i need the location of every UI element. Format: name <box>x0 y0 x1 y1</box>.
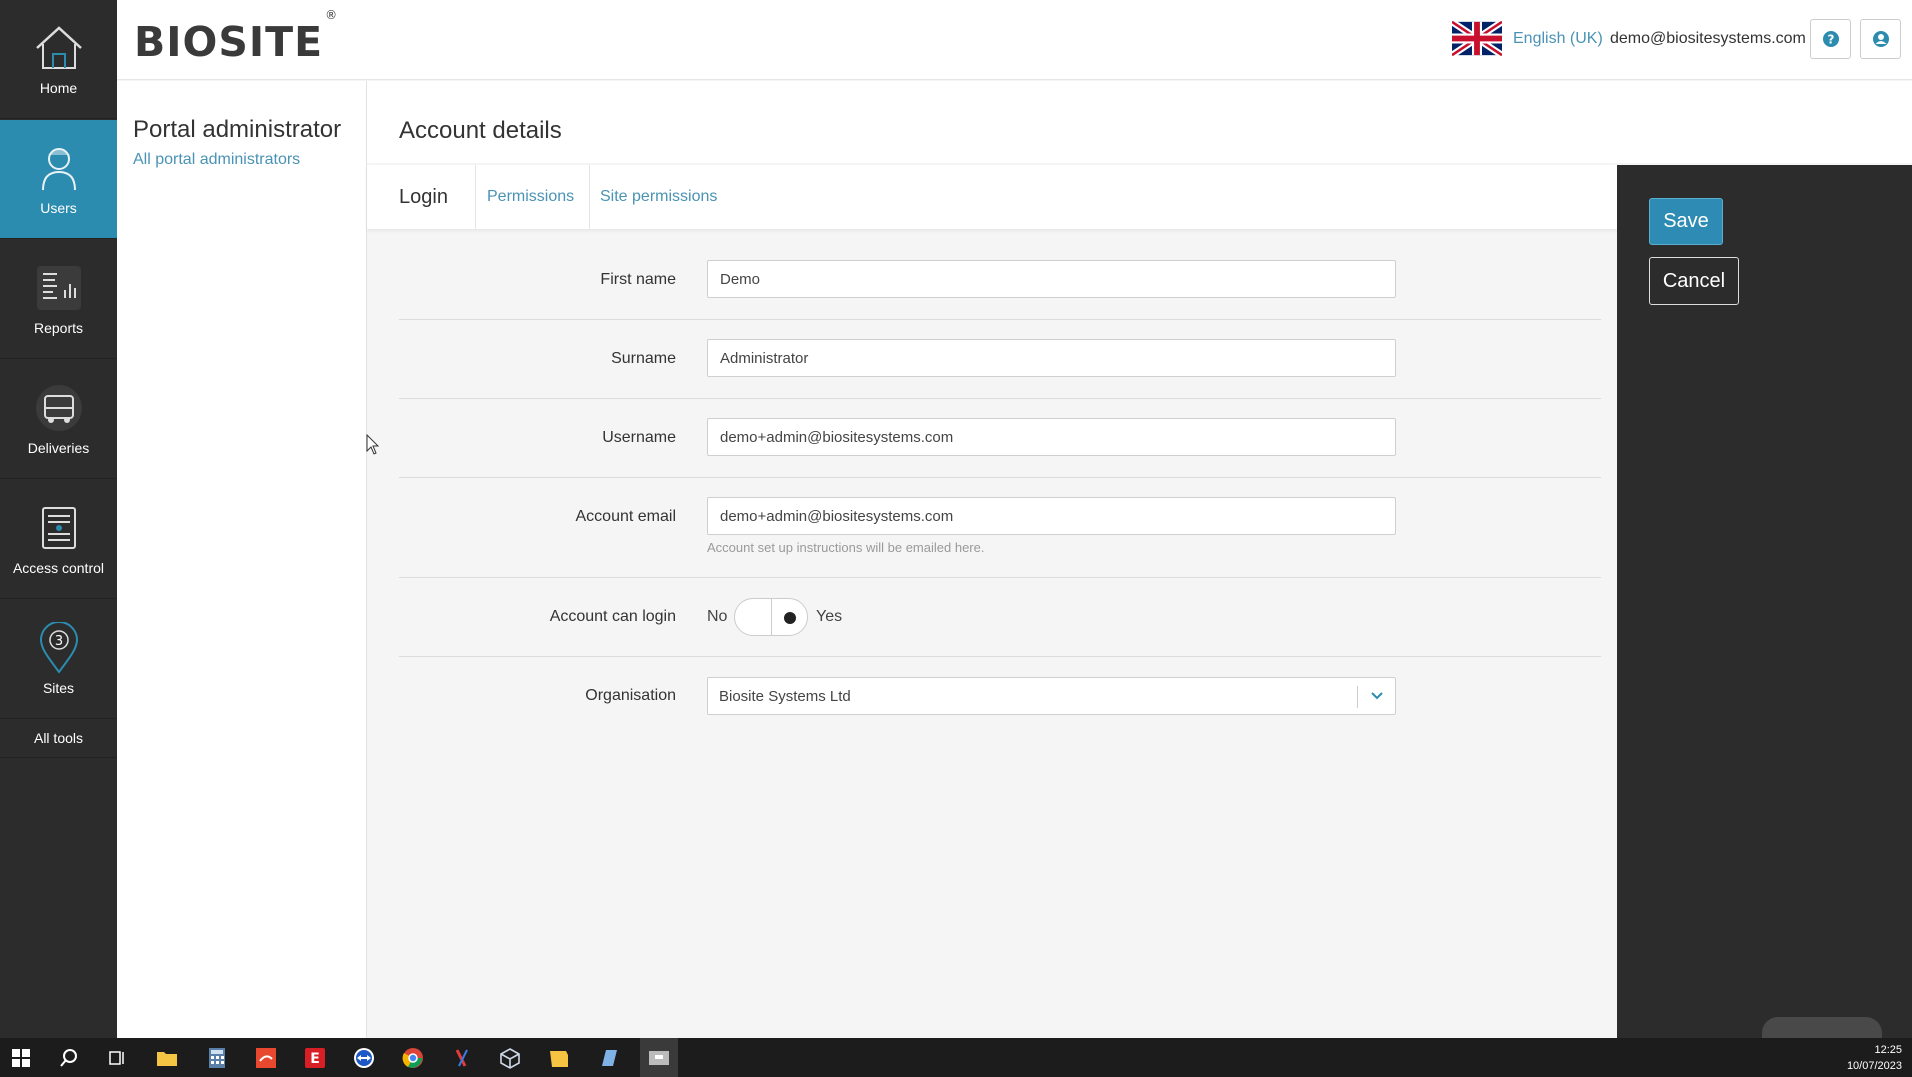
logo-text: BIOSITE <box>134 18 324 66</box>
users-icon <box>33 142 85 194</box>
organisation-select[interactable]: Biosite Systems Ltd <box>707 677 1396 715</box>
nav-label-deliveries: Deliveries <box>27 440 90 456</box>
surname-label: Surname <box>611 350 676 367</box>
clock-date: 10/07/2023 <box>1846 1060 1902 1072</box>
user-email: demo@biositesystems.com <box>1610 30 1806 47</box>
can-login-label: Account can login <box>549 608 676 625</box>
os-taskbar: E 12:25 10/07/2023 <box>0 1038 1912 1077</box>
app-blue-icon[interactable] <box>596 1045 622 1071</box>
windows-start-icon[interactable] <box>8 1045 34 1071</box>
search-icon[interactable] <box>56 1045 82 1071</box>
access-control-icon <box>33 502 85 554</box>
chevron-down-icon[interactable] <box>1369 688 1385 704</box>
can-login-toggle[interactable] <box>734 598 808 636</box>
clock[interactable]: 12:25 10/07/2023 <box>1847 1042 1902 1074</box>
nav-label-users: Users <box>40 200 77 216</box>
surname-input[interactable]: Administrator <box>707 339 1396 377</box>
context-panel: Portal administrator All portal administ… <box>117 81 367 1038</box>
chrome-icon[interactable] <box>400 1045 426 1071</box>
cancel-button[interactable]: Cancel <box>1649 257 1739 305</box>
tab-login[interactable]: Login <box>399 165 448 229</box>
form-row-organisation: Organisation Biosite Systems Ltd <box>399 657 1601 737</box>
top-header: BIOSITE® English (UK) demo@biositesystem… <box>117 0 1912 80</box>
sticky-notes-icon[interactable] <box>546 1045 572 1071</box>
toggle-yes-label: Yes <box>816 608 843 625</box>
tab-divider <box>589 165 590 229</box>
help-button[interactable]: ? <box>1810 19 1851 59</box>
sites-icon: 3 <box>33 622 85 674</box>
page-title: Account details <box>399 117 562 144</box>
nav-label-access-control: Access control <box>12 560 105 576</box>
user-circle-icon <box>1872 31 1889 47</box>
nav-label-sites: Sites <box>42 680 75 696</box>
calculator-icon[interactable] <box>204 1045 230 1071</box>
app-red-icon[interactable] <box>253 1045 279 1071</box>
username-input[interactable]: demo+admin@biositesystems.com <box>707 418 1396 456</box>
nav-item-access-control[interactable]: Access control <box>0 480 117 599</box>
reports-icon <box>33 262 85 314</box>
form-row-can-login: Account can login No Yes <box>399 578 1601 657</box>
task-view-icon[interactable] <box>104 1045 130 1071</box>
tab-divider <box>475 165 476 229</box>
tab-site-permissions[interactable]: Site permissions <box>600 165 717 229</box>
logo-mark: ® <box>325 8 339 23</box>
tab-bar: Login Permissions Site permissions <box>367 165 1617 229</box>
home-icon <box>33 22 85 74</box>
app-tool-icon[interactable] <box>449 1045 475 1071</box>
select-divider <box>1357 686 1358 708</box>
nav-item-sites[interactable]: 3 Sites <box>0 600 117 719</box>
account-email-input[interactable]: demo+admin@biositesystems.com <box>707 497 1396 535</box>
nav-label-reports: Reports <box>33 320 84 336</box>
context-title: Portal administrator <box>133 116 342 143</box>
sites-badge: 3 <box>54 634 62 649</box>
all-portal-administrators-link[interactable]: All portal administrators <box>133 151 300 169</box>
toggle-no-label: No <box>707 608 728 625</box>
svg-text:E: E <box>310 1051 320 1067</box>
biosite-logo: BIOSITE® <box>134 8 338 66</box>
toggle-divider <box>771 599 772 635</box>
form-row-account-email: Account email demo+admin@biositesystems.… <box>399 478 1601 578</box>
action-panel: Save Cancel <box>1617 165 1912 1047</box>
app-e-icon[interactable]: E <box>302 1045 328 1071</box>
save-button[interactable]: Save <box>1649 198 1723 245</box>
nav-item-home[interactable]: Home <box>0 0 117 119</box>
account-email-hint: Account set up instructions will be emai… <box>707 540 985 555</box>
form-row-surname: Surname Administrator <box>399 320 1601 399</box>
account-button[interactable] <box>1860 19 1901 59</box>
nav-item-reports[interactable]: Reports <box>0 240 117 359</box>
account-email-label: Account email <box>575 508 677 525</box>
uk-flag-icon[interactable] <box>1452 21 1502 56</box>
nav-item-deliveries[interactable]: Deliveries <box>0 360 117 479</box>
teamviewer-icon[interactable] <box>351 1045 377 1071</box>
first-name-label: First name <box>600 271 676 288</box>
deliveries-icon <box>33 382 85 434</box>
left-nav: Home Users Reports Deliveries Access con… <box>0 0 117 1038</box>
form-row-username: Username demo+admin@biositesystems.com <box>399 399 1601 478</box>
svg-text:?: ? <box>1827 33 1834 47</box>
toggle-knob <box>784 612 796 624</box>
language-selector[interactable]: English (UK) <box>1513 30 1603 48</box>
first-name-input[interactable]: Demo <box>707 260 1396 298</box>
virtualbox-icon[interactable] <box>497 1045 523 1071</box>
nav-item-users[interactable]: Users <box>0 120 117 239</box>
organisation-label: Organisation <box>585 687 676 704</box>
page-title-bar: Account details <box>367 81 1912 163</box>
username-label: Username <box>602 429 676 446</box>
active-app-icon[interactable] <box>640 1038 678 1077</box>
nav-all-tools[interactable]: All tools <box>0 718 117 758</box>
clock-time: 12:25 <box>1874 1044 1902 1056</box>
nav-label-home: Home <box>39 80 78 96</box>
tab-permissions[interactable]: Permissions <box>487 165 574 229</box>
organisation-value: Biosite Systems Ltd <box>719 688 851 705</box>
mouse-cursor-icon <box>366 434 380 455</box>
file-explorer-icon[interactable] <box>154 1045 180 1071</box>
form-row-first-name: First name Demo <box>399 245 1601 320</box>
help-icon: ? <box>1822 31 1839 47</box>
